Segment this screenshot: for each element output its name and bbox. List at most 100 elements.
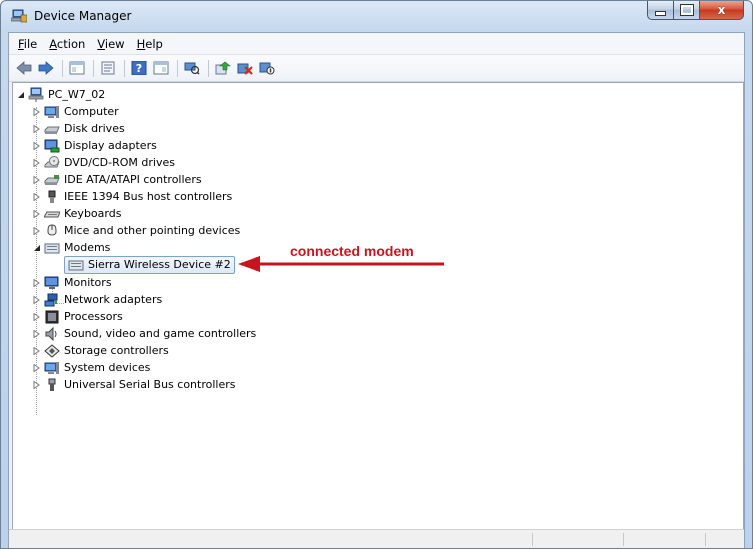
tree-item-monitors[interactable]: Monitors: [32, 274, 112, 291]
minimize-button[interactable]: [647, 1, 674, 20]
collapse-icon[interactable]: [16, 90, 25, 99]
tree-item-sierra-wireless-device[interactable]: Sierra Wireless Device #2: [64, 255, 235, 274]
toolbar-separator: [208, 59, 209, 77]
toolbar-separator: [62, 59, 63, 77]
device-manager-window: Device Manager x File Action View Help ?…: [0, 0, 753, 549]
tree-item-processors[interactable]: Processors: [32, 308, 123, 325]
tree-item-ieee-1394-controllers[interactable]: IEEE 1394 Bus host controllers: [32, 188, 232, 205]
annotation-arrow-icon: [238, 256, 444, 272]
tree-item-label: Modems: [64, 241, 111, 254]
expand-icon[interactable]: [32, 107, 41, 116]
expand-icon[interactable]: [32, 124, 41, 133]
tree-item-label: Keyboards: [64, 207, 122, 220]
tree-item-display-adapters[interactable]: Display adapters: [32, 137, 157, 154]
forward-arrow-icon[interactable]: [37, 59, 55, 77]
scan-hardware-icon[interactable]: [183, 59, 201, 77]
expand-icon[interactable]: [32, 278, 41, 287]
update-driver-icon[interactable]: [214, 59, 232, 77]
tree-item-dvd-cd-rom-drives[interactable]: DVD/CD-ROM drives: [32, 154, 175, 171]
expand-icon[interactable]: [32, 158, 41, 167]
expand-icon[interactable]: [32, 295, 41, 304]
toolbar-separator: [124, 59, 125, 77]
expand-icon[interactable]: [32, 380, 41, 389]
menu-file[interactable]: File: [12, 37, 43, 51]
tree-item-system-devices[interactable]: System devices: [32, 359, 150, 376]
tree-item-label: Display adapters: [64, 139, 157, 152]
tree-item-label: Disk drives: [64, 122, 125, 135]
tree-item-network-adapters[interactable]: Network adapters: [32, 291, 162, 308]
view-icon[interactable]: [152, 59, 170, 77]
expand-icon[interactable]: [32, 329, 41, 338]
network-adapter-icon: [44, 292, 60, 308]
title-bar[interactable]: Device Manager x: [1, 1, 752, 32]
tree-item-label: Monitors: [64, 276, 112, 289]
tree-item-usb-controllers[interactable]: Universal Serial Bus controllers: [32, 376, 235, 393]
status-bar-divider: [532, 533, 533, 546]
properties-icon[interactable]: [99, 59, 117, 77]
sound-icon: [44, 326, 60, 342]
maximize-button[interactable]: [674, 1, 700, 20]
client-area: File Action View Help ? PC_W7_02 Compute…: [8, 32, 745, 548]
status-bar-divider: [705, 533, 706, 546]
computer-icon: [44, 104, 60, 120]
expand-icon[interactable]: [32, 209, 41, 218]
window-controls: x: [647, 1, 744, 20]
tree-item-storage-controllers[interactable]: Storage controllers: [32, 342, 169, 359]
computer-network-icon: [28, 87, 44, 103]
expand-icon[interactable]: [32, 312, 41, 321]
close-button[interactable]: x: [700, 1, 744, 20]
expand-icon[interactable]: [32, 192, 41, 201]
tree-item-label: Sierra Wireless Device #2: [88, 258, 231, 271]
device-manager-icon: [11, 9, 27, 23]
expand-icon[interactable]: [32, 226, 41, 235]
storage-controller-icon: [44, 343, 60, 359]
close-icon: x: [717, 3, 726, 17]
show-hide-console-tree-icon[interactable]: [68, 59, 86, 77]
menu-help[interactable]: Help: [131, 37, 169, 51]
collapse-icon[interactable]: [32, 243, 41, 252]
disable-icon[interactable]: [258, 59, 276, 77]
keyboard-icon: [44, 206, 60, 222]
usb-icon: [44, 377, 60, 393]
tree-item-computer[interactable]: Computer: [32, 103, 119, 120]
disk-drive-icon: [44, 121, 60, 137]
dvd-drive-icon: [44, 155, 60, 171]
expand-icon[interactable]: [32, 363, 41, 372]
tree-item-label: Storage controllers: [64, 344, 169, 357]
help-icon[interactable]: ?: [130, 59, 148, 77]
tree-item-sound-controllers[interactable]: Sound, video and game controllers: [32, 325, 256, 342]
tree-item-label: IEEE 1394 Bus host controllers: [64, 190, 233, 203]
display-adapter-icon: [44, 138, 60, 154]
tree-item-disk-drives[interactable]: Disk drives: [32, 120, 125, 137]
tree-item-label: Universal Serial Bus controllers: [64, 378, 236, 391]
tree-root[interactable]: PC_W7_02: [16, 86, 105, 103]
tree-item-ide-controllers[interactable]: IDE ATA/ATAPI controllers: [32, 171, 202, 188]
back-arrow-icon[interactable]: [15, 59, 33, 77]
selected-item-highlight[interactable]: Sierra Wireless Device #2: [64, 255, 235, 274]
toolbar-separator: [93, 59, 94, 77]
ide-controller-icon: [44, 172, 60, 188]
modem-icon: [68, 257, 84, 273]
expand-icon[interactable]: [32, 175, 41, 184]
system-devices-icon: [44, 360, 60, 376]
processor-icon: [44, 309, 60, 325]
expand-icon[interactable]: [32, 346, 41, 355]
minimize-icon: [655, 10, 666, 16]
expand-icon[interactable]: [32, 141, 41, 150]
tree-item-modems[interactable]: Modems: [32, 239, 110, 256]
tree-item-mice[interactable]: Mice and other pointing devices: [32, 222, 240, 239]
menu-bar: File Action View Help: [9, 33, 744, 54]
tree-item-keyboards[interactable]: Keyboards: [32, 205, 121, 222]
tree-item-label: Computer: [64, 105, 119, 118]
menu-action[interactable]: Action: [43, 37, 91, 51]
menu-view[interactable]: View: [91, 37, 130, 51]
svg-text:?: ?: [136, 62, 142, 75]
tree-item-label: System devices: [64, 361, 151, 374]
uninstall-icon[interactable]: [236, 59, 254, 77]
tree-item-label: IDE ATA/ATAPI controllers: [64, 173, 202, 186]
mouse-icon: [44, 223, 60, 239]
device-tree-pane[interactable]: PC_W7_02 Computer Disk drives Display ad…: [12, 82, 744, 530]
monitor-icon: [44, 275, 60, 291]
window-title: Device Manager: [34, 9, 132, 23]
tree-item-label: Sound, video and game controllers: [64, 327, 257, 340]
